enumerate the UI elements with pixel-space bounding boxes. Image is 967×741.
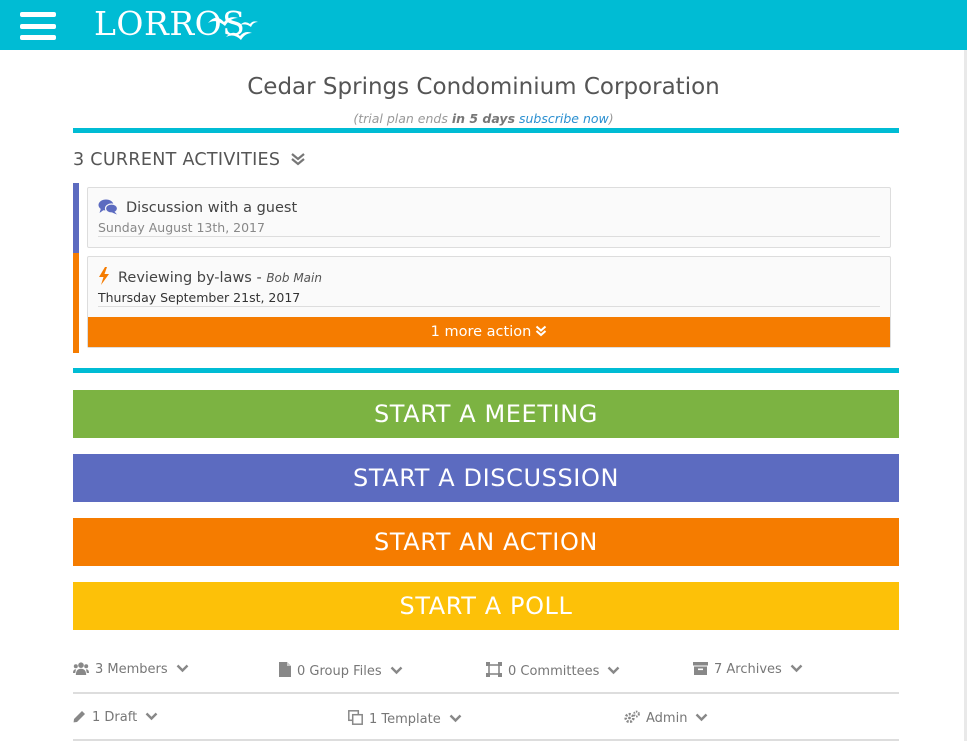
- chevron-down-icon: [390, 666, 402, 675]
- gears-icon: [624, 710, 640, 724]
- trial-days: in 5 days: [451, 111, 516, 126]
- hamburger-menu-icon[interactable]: [20, 12, 56, 40]
- action-stripe: [73, 253, 79, 353]
- committees-dropdown[interactable]: 0 Committees: [486, 662, 620, 679]
- section-divider: [73, 368, 899, 373]
- chevron-down-icon: [790, 664, 803, 673]
- top-bar: LORROS: [0, 0, 967, 50]
- more-actions-button[interactable]: 1 more action: [88, 317, 890, 347]
- committees-icon: [486, 662, 502, 677]
- file-icon: [279, 662, 291, 677]
- activity-title-row: Discussion with a guest: [98, 199, 297, 216]
- meta-divider: [73, 692, 899, 694]
- chevron-down-icon: [449, 714, 462, 723]
- trial-suffix: ): [608, 111, 614, 126]
- members-icon: [73, 662, 89, 675]
- start-poll-button[interactable]: START A POLL: [73, 582, 899, 630]
- activity-title-row: Reviewing by-laws - Bob Main: [98, 267, 322, 286]
- activity-title: Discussion with a guest: [126, 200, 298, 216]
- archives-dropdown[interactable]: 7 Archives: [693, 662, 803, 677]
- discussion-stripe: [73, 183, 79, 253]
- trial-notice: (trial plan ends in 5 days subscribe now…: [0, 111, 967, 126]
- activity-card-discussion[interactable]: Discussion with a guest Sunday August 13…: [87, 187, 891, 248]
- copy-template-icon: [348, 710, 363, 725]
- group-files-label: 0 Group Files: [297, 664, 382, 679]
- members-dropdown[interactable]: 3 Members: [73, 662, 189, 677]
- page-title: Cedar Springs Condominium Corporation: [247, 74, 720, 100]
- card-divider: [98, 306, 880, 307]
- templates-label: 1 Template: [369, 712, 441, 727]
- app-logo[interactable]: LORROS: [94, 3, 274, 47]
- seagulls-logo-icon: [208, 17, 258, 40]
- chevron-down-icon: [176, 664, 189, 673]
- committees-label: 0 Committees: [508, 664, 600, 679]
- more-actions-label: 1 more action: [430, 324, 532, 340]
- double-chevron-down-icon: [291, 153, 306, 166]
- card-divider: [98, 236, 880, 237]
- archives-label: 7 Archives: [714, 662, 782, 677]
- section-divider: [73, 128, 899, 133]
- double-chevron-down-icon: [536, 325, 547, 337]
- lightning-bolt-icon: [99, 267, 109, 285]
- drafts-label: 1 Draft: [92, 710, 138, 725]
- chevron-down-icon: [145, 712, 158, 721]
- start-discussion-button[interactable]: START A DISCUSSION: [73, 454, 899, 502]
- activities-header[interactable]: 3 CURRENT ACTIVITIES: [73, 150, 306, 170]
- group-files-dropdown[interactable]: 0 Group Files: [279, 662, 403, 679]
- activity-card-action[interactable]: Reviewing by-laws - Bob Main Thursday Se…: [87, 256, 891, 348]
- activities-header-label: 3 CURRENT ACTIVITIES: [73, 150, 281, 170]
- archive-box-icon: [693, 662, 708, 675]
- activity-date: Thursday September 21st, 2017: [98, 290, 301, 305]
- admin-dropdown[interactable]: Admin: [624, 710, 708, 726]
- activity-date: Sunday August 13th, 2017: [98, 220, 265, 235]
- chevron-down-icon: [696, 713, 708, 722]
- subscribe-link[interactable]: subscribe now: [519, 111, 609, 126]
- admin-label: Admin: [646, 711, 688, 726]
- activity-title: Reviewing by-laws: [118, 270, 252, 286]
- start-action-button[interactable]: START AN ACTION: [73, 518, 899, 566]
- activity-assignee: Bob Main: [266, 271, 322, 285]
- trial-prefix: (trial plan ends: [353, 111, 452, 126]
- drafts-dropdown[interactable]: 1 Draft: [73, 710, 158, 725]
- members-label: 3 Members: [95, 662, 168, 677]
- templates-dropdown[interactable]: 1 Template: [348, 710, 462, 727]
- chevron-down-icon: [607, 666, 620, 675]
- discussion-bubbles-icon: [98, 199, 118, 215]
- start-meeting-button[interactable]: START A MEETING: [73, 390, 899, 438]
- pencil-icon: [73, 711, 85, 723]
